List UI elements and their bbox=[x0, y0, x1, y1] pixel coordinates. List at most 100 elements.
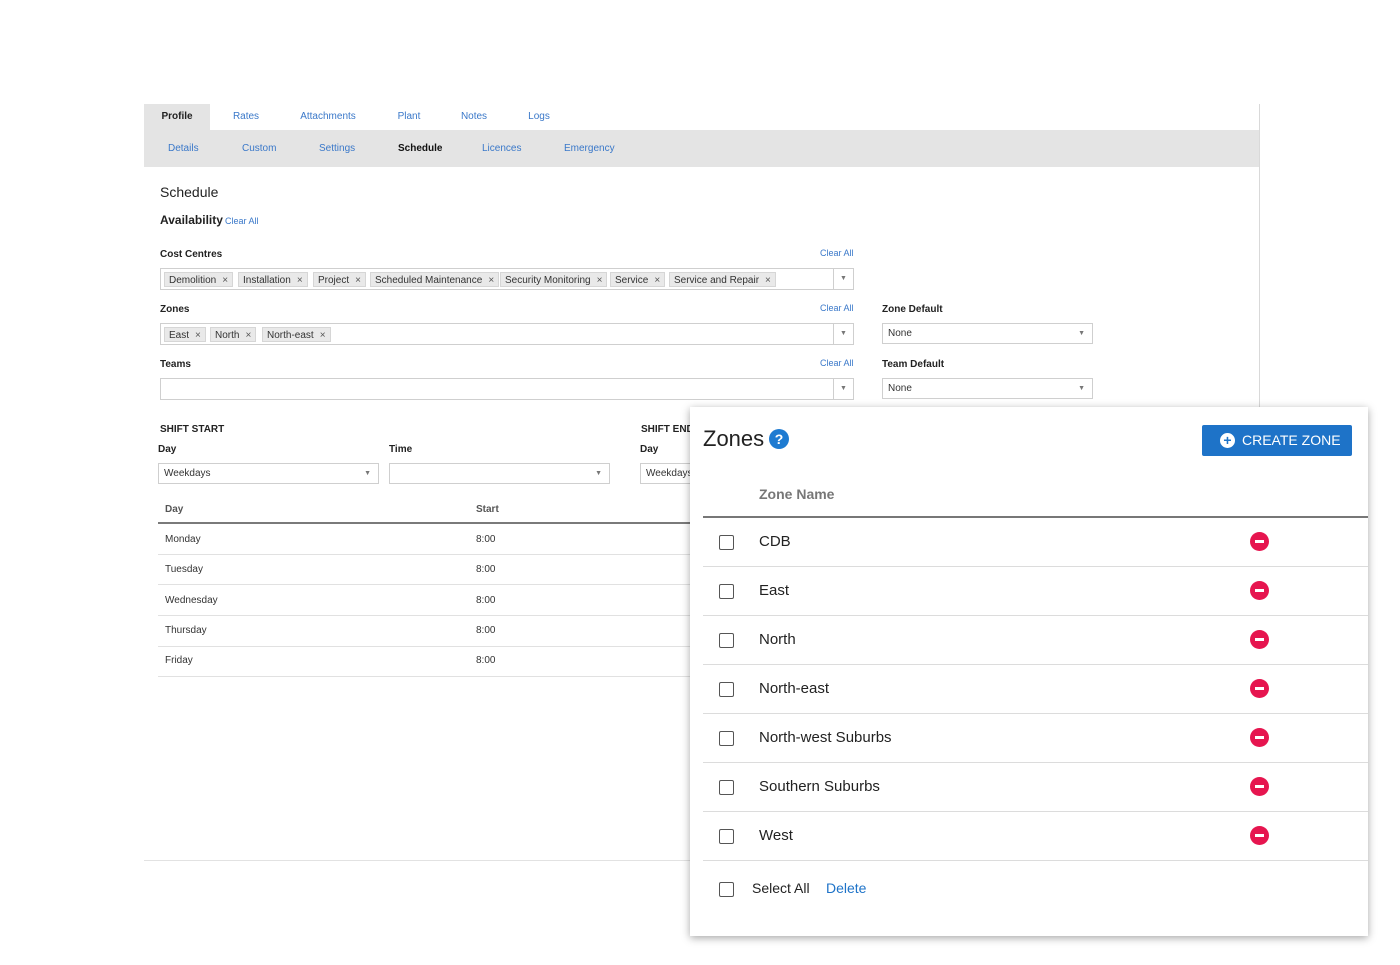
zone-row-north-east: North-east bbox=[703, 665, 1368, 714]
chip-service: Service × bbox=[610, 272, 666, 287]
table-row-divider bbox=[158, 646, 698, 647]
shift-start-time-select[interactable]: ▼ bbox=[389, 463, 610, 484]
tab-rates[interactable]: Rates bbox=[226, 104, 266, 130]
chip-label: Project bbox=[318, 275, 350, 286]
zone-row-checkbox[interactable] bbox=[719, 731, 734, 746]
zone-row-name: North-west Suburbs bbox=[759, 729, 892, 746]
remove-circle-icon[interactable] bbox=[1250, 826, 1269, 845]
zones-select[interactable]: East × North × North-east × ▼ bbox=[160, 323, 854, 345]
teams-label: Teams bbox=[160, 359, 191, 370]
select-all-label[interactable]: Select All bbox=[752, 880, 810, 896]
chip-remove-icon[interactable]: × bbox=[320, 330, 326, 341]
zone-row-checkbox[interactable] bbox=[719, 682, 734, 697]
tab-logs[interactable]: Logs bbox=[524, 104, 554, 130]
chip-remove-icon[interactable]: × bbox=[654, 275, 660, 286]
shift-start-day-select[interactable]: Weekdays ▼ bbox=[158, 463, 379, 484]
chip-remove-icon[interactable]: × bbox=[597, 275, 603, 286]
table-row-divider bbox=[158, 676, 698, 677]
chip-remove-icon[interactable]: × bbox=[488, 275, 494, 286]
table-header-day: Day bbox=[165, 504, 184, 515]
chevron-down-icon: ▼ bbox=[1078, 385, 1085, 392]
chevron-down-icon[interactable]: ▼ bbox=[833, 269, 853, 289]
chip-remove-icon[interactable]: × bbox=[297, 275, 303, 286]
zone-default-select[interactable]: None ▼ bbox=[882, 323, 1093, 344]
cost-centres-clear-all[interactable]: Clear All bbox=[820, 248, 854, 258]
zones-label: Zones bbox=[160, 304, 190, 315]
zone-row-north-west-suburbs: North-west Suburbs bbox=[703, 714, 1368, 763]
main-tabs: Profile Rates Attachments Plant Notes Lo… bbox=[144, 104, 1259, 130]
table-cell-day: Friday bbox=[165, 655, 193, 666]
chip-remove-icon[interactable]: × bbox=[222, 275, 228, 286]
zone-row-checkbox[interactable] bbox=[719, 535, 734, 550]
chip-label: Scheduled Maintenance bbox=[375, 275, 483, 286]
subtab-licences[interactable]: Licences bbox=[482, 130, 521, 167]
zone-row-southern-suburbs: Southern Suburbs bbox=[703, 763, 1368, 812]
delete-button[interactable]: Delete bbox=[826, 880, 866, 896]
help-icon[interactable]: ? bbox=[769, 429, 789, 449]
table-header-divider bbox=[158, 522, 698, 524]
table-cell-start: 8:00 bbox=[476, 595, 496, 606]
zone-row-east: East bbox=[703, 567, 1368, 616]
remove-circle-icon[interactable] bbox=[1250, 630, 1269, 649]
teams-select[interactable]: ▼ bbox=[160, 378, 854, 400]
chip-label: Installation bbox=[243, 275, 291, 286]
chip-installation: Installation × bbox=[238, 272, 308, 287]
select-all-checkbox[interactable] bbox=[719, 882, 734, 897]
tab-attachments[interactable]: Attachments bbox=[294, 104, 362, 130]
remove-circle-icon[interactable] bbox=[1250, 532, 1269, 551]
zone-row-checkbox[interactable] bbox=[719, 829, 734, 844]
chevron-down-icon[interactable]: ▼ bbox=[833, 324, 853, 344]
zone-row-name: West bbox=[759, 827, 793, 844]
subtab-emergency[interactable]: Emergency bbox=[564, 130, 615, 167]
subtab-schedule[interactable]: Schedule bbox=[398, 130, 442, 167]
subtab-settings[interactable]: Settings bbox=[319, 130, 355, 167]
table-cell-day: Thursday bbox=[165, 625, 207, 636]
tab-plant[interactable]: Plant bbox=[390, 104, 428, 130]
availability-clear-all[interactable]: Clear All bbox=[225, 216, 259, 226]
remove-circle-icon[interactable] bbox=[1250, 679, 1269, 698]
tab-notes[interactable]: Notes bbox=[456, 104, 492, 130]
table-row-divider bbox=[158, 584, 698, 585]
tab-profile[interactable]: Profile bbox=[144, 104, 210, 130]
cost-centres-select[interactable]: Demolition × Installation × Project × Sched… bbox=[160, 268, 854, 290]
chevron-down-icon: ▼ bbox=[595, 470, 602, 477]
create-zone-button[interactable]: + CREATE ZONE bbox=[1202, 425, 1352, 456]
remove-circle-icon[interactable] bbox=[1250, 581, 1269, 600]
remove-circle-icon[interactable] bbox=[1250, 728, 1269, 747]
chip-north: North × bbox=[210, 327, 257, 342]
chip-security-monitoring: Security Monitoring × bbox=[500, 272, 608, 287]
table-row-divider bbox=[158, 615, 698, 616]
chip-remove-icon[interactable]: × bbox=[195, 330, 201, 341]
zone-row-west: West bbox=[703, 812, 1368, 861]
remove-circle-icon[interactable] bbox=[1250, 777, 1269, 796]
chip-north-east: North-east × bbox=[262, 327, 331, 342]
zone-row-checkbox[interactable] bbox=[719, 633, 734, 648]
chip-east: East × bbox=[164, 327, 206, 342]
chevron-down-icon[interactable]: ▼ bbox=[833, 379, 853, 399]
subtab-custom[interactable]: Custom bbox=[242, 130, 276, 167]
subtab-details[interactable]: Details bbox=[168, 130, 199, 167]
chip-remove-icon[interactable]: × bbox=[245, 330, 251, 341]
zone-row-checkbox[interactable] bbox=[719, 584, 734, 599]
chip-label: East bbox=[169, 330, 190, 341]
chip-service-and-repair: Service and Repair × bbox=[669, 272, 776, 287]
zone-default-value: None bbox=[888, 328, 912, 339]
zone-row-name: East bbox=[759, 582, 790, 599]
chip-remove-icon[interactable]: × bbox=[765, 275, 771, 286]
zones-dialog-title: Zones bbox=[703, 426, 765, 451]
chip-label: Demolition bbox=[169, 275, 217, 286]
chevron-down-icon: ▼ bbox=[364, 470, 371, 477]
chip-demolition: Demolition × bbox=[164, 272, 234, 287]
team-default-select[interactable]: None ▼ bbox=[882, 378, 1093, 399]
zone-row-cdb: CDB bbox=[703, 518, 1368, 567]
zones-clear-all[interactable]: Clear All bbox=[820, 303, 854, 313]
zone-default-label: Zone Default bbox=[882, 304, 943, 315]
chip-remove-icon[interactable]: × bbox=[355, 275, 361, 286]
chip-label: North-east bbox=[267, 330, 314, 341]
plus-circle-icon: + bbox=[1220, 433, 1235, 448]
availability-label: Availability bbox=[160, 213, 223, 227]
zone-row-checkbox[interactable] bbox=[719, 780, 734, 795]
shift-start-time-label: Time bbox=[389, 444, 413, 455]
teams-clear-all[interactable]: Clear All bbox=[820, 358, 854, 368]
cost-centres-label: Cost Centres bbox=[160, 249, 223, 260]
